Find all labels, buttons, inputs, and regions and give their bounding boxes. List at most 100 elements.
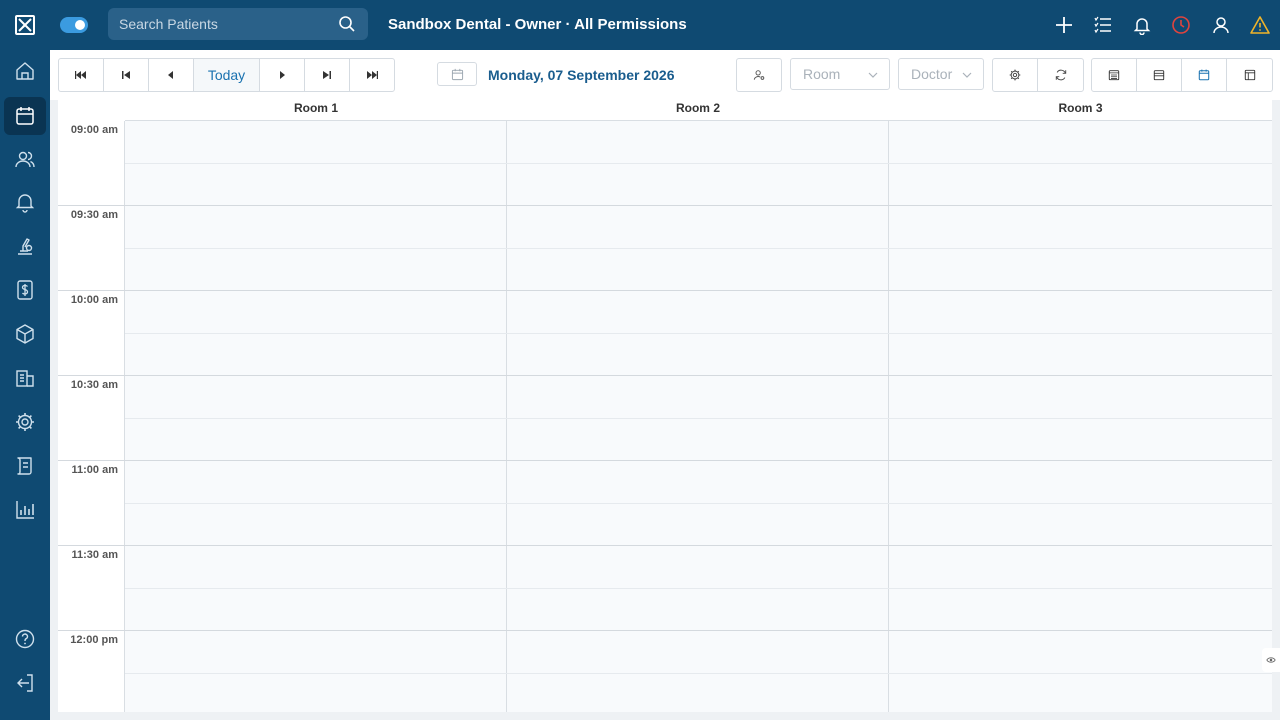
date-picker-button[interactable] [437, 62, 477, 86]
patient-search [108, 8, 368, 40]
room-select-value: Room [803, 66, 841, 82]
next-icon [280, 71, 285, 79]
add-button[interactable] [1053, 14, 1075, 36]
date-navigation: Today [58, 58, 395, 92]
logo-mark-icon [18, 18, 32, 32]
slot-divider [125, 418, 1272, 419]
sidebar [0, 50, 50, 720]
bell-icon [1133, 18, 1151, 35]
clock-button[interactable] [1170, 14, 1192, 36]
today-button[interactable]: Today [194, 59, 260, 91]
sidebar-item-clinic[interactable] [4, 359, 46, 397]
current-date: Monday, 07 September 2026 [488, 67, 675, 83]
view-week-button[interactable] [1137, 59, 1182, 91]
clock-icon [1172, 16, 1190, 34]
day-calendar: 09:00 am 09:30 am 10:00 am 10:30 am 11:0… [58, 100, 1272, 712]
slot-divider [125, 163, 1272, 164]
sidebar-item-inventory[interactable] [4, 315, 46, 353]
room-2-column[interactable] [507, 121, 889, 712]
room-2-header: Room 2 [507, 100, 889, 121]
sidebar-item-treatment[interactable] [4, 227, 46, 265]
skip-back-button[interactable] [104, 59, 149, 91]
search-icon[interactable] [338, 15, 356, 33]
analytics-icon [16, 501, 34, 519]
calendar-small-icon [451, 68, 463, 80]
sidebar-item-logout[interactable] [4, 664, 46, 702]
sidebar-item-notifications[interactable] [4, 183, 46, 221]
time-label: 11:30 am [71, 549, 118, 561]
sidebar-item-patients[interactable] [4, 140, 46, 178]
room-1-column[interactable] [125, 121, 507, 712]
split-view-icon [1244, 69, 1255, 81]
app-logo[interactable] [15, 15, 35, 35]
slot-divider [58, 290, 1272, 291]
eye-icon [1266, 657, 1276, 663]
first-button[interactable] [59, 59, 104, 91]
room-3-header: Room 3 [889, 100, 1272, 121]
doctor-select-value: Doctor [911, 66, 953, 82]
patients-icon [15, 151, 35, 168]
room-select[interactable]: Room [790, 58, 890, 90]
bottom-edge [50, 712, 1280, 720]
next-button[interactable] [260, 59, 305, 91]
visibility-toggle[interactable] [1262, 648, 1280, 672]
time-label: 11:00 am [71, 464, 118, 476]
notifications-icon [15, 194, 35, 213]
logout-icon [17, 674, 33, 692]
inventory-icon [16, 324, 34, 344]
fast-backward-icon [75, 71, 86, 79]
calendar-settings-button[interactable] [993, 59, 1038, 91]
gear-icon [1009, 69, 1021, 81]
time-label: 09:00 am [70, 124, 118, 136]
provider-filter-group [736, 58, 782, 92]
sidebar-item-home[interactable] [4, 52, 46, 90]
alert-button[interactable] [1249, 14, 1271, 36]
list-view-icon [1108, 70, 1120, 81]
user-icon [1213, 17, 1229, 34]
mode-toggle[interactable] [60, 17, 88, 33]
time-label: 12:00 pm [70, 634, 118, 646]
time-label: 09:30 am [70, 209, 118, 221]
view-day-button[interactable] [1182, 59, 1227, 91]
settings-icon [16, 413, 34, 431]
previous-button[interactable] [149, 59, 194, 91]
chevron-down-icon [962, 72, 972, 78]
slot-divider [58, 545, 1272, 546]
view-split-button[interactable] [1227, 59, 1272, 91]
provider-filter-button[interactable] [737, 59, 781, 91]
skip-back-icon [122, 71, 130, 79]
last-button[interactable] [350, 59, 394, 91]
slot-divider [125, 503, 1272, 504]
sidebar-item-settings[interactable] [4, 403, 46, 441]
sidebar-item-reports[interactable] [4, 447, 46, 485]
tasks-button[interactable] [1092, 14, 1114, 36]
view-day-list-button[interactable] [1092, 59, 1137, 91]
time-label: 10:30 am [70, 379, 118, 391]
slot-divider [125, 333, 1272, 334]
refresh-button[interactable] [1038, 59, 1083, 91]
time-label: 10:00 am [70, 294, 118, 306]
sidebar-item-help[interactable] [4, 620, 46, 658]
profile-button[interactable] [1210, 14, 1232, 36]
page-title: Sandbox Dental - Owner · All Permissions [388, 16, 687, 33]
search-input[interactable] [108, 8, 338, 40]
notifications-button[interactable] [1131, 14, 1153, 36]
settings-refresh-group [992, 58, 1084, 92]
list-icon [1094, 16, 1111, 34]
slot-divider [58, 205, 1272, 206]
time-column: 09:00 am 09:30 am 10:00 am 10:30 am 11:0… [58, 121, 125, 712]
home-icon [16, 62, 34, 80]
refresh-icon [1055, 69, 1066, 81]
room-3-column[interactable] [889, 121, 1272, 712]
chevron-down-icon [868, 72, 878, 78]
slot-divider [125, 673, 1272, 674]
sidebar-item-analytics[interactable] [4, 491, 46, 529]
sidebar-item-billing[interactable] [4, 271, 46, 309]
room-1-header: Room 1 [125, 100, 507, 121]
help-icon [15, 629, 35, 649]
doctor-select[interactable]: Doctor [898, 58, 984, 90]
sidebar-item-calendar[interactable] [4, 97, 46, 135]
warning-icon [1250, 16, 1270, 34]
week-view-icon [1153, 70, 1165, 81]
skip-forward-button[interactable] [305, 59, 350, 91]
